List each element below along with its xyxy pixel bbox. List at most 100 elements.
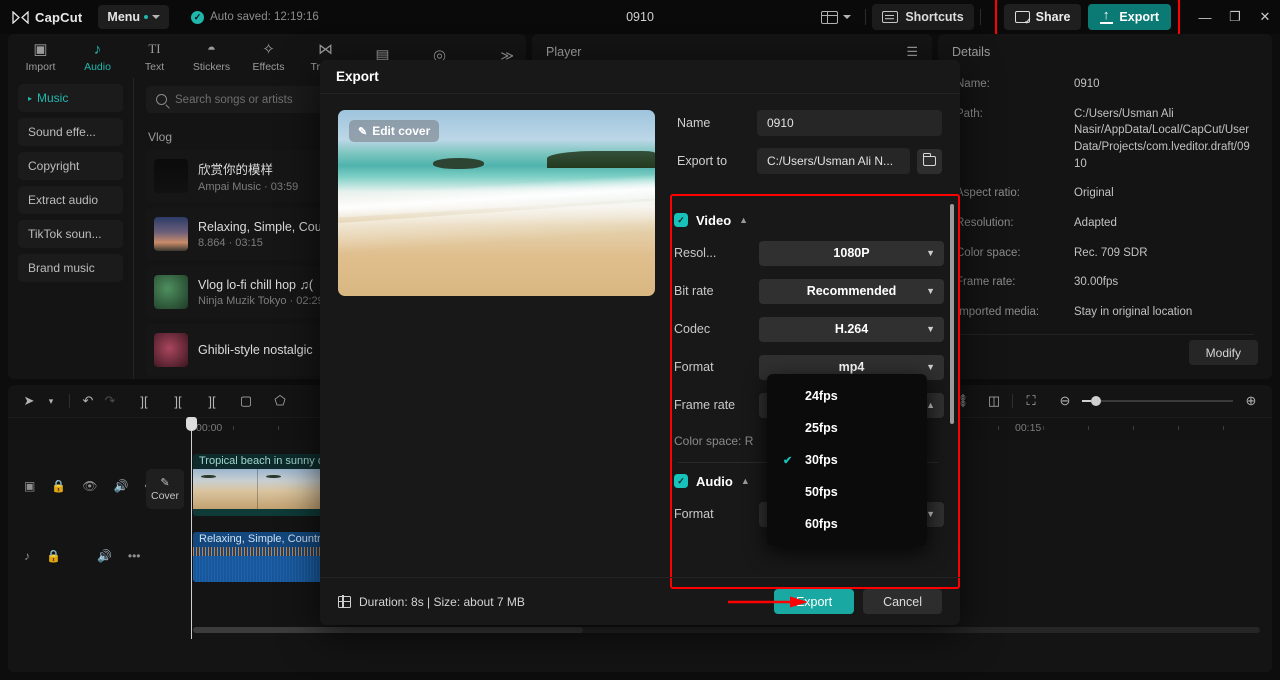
eye-icon[interactable]: 👁 [82, 479, 97, 493]
sidebar-item-extract-audio[interactable]: Extract audio [18, 186, 123, 214]
chevron-up-icon: ▲ [926, 400, 935, 410]
tab-text[interactable]: TI Text [126, 40, 183, 73]
browse-folder-button[interactable] [917, 148, 942, 174]
share-button[interactable]: Share [1003, 4, 1082, 30]
tab-audio[interactable]: ♪ Audio [69, 40, 126, 73]
tab-label: Stickers [192, 60, 231, 73]
cancel-button[interactable]: Cancel [863, 589, 942, 614]
close-button[interactable]: ✕ [1250, 0, 1280, 34]
framerate-option-60fps[interactable]: 60fps [767, 508, 927, 540]
video-section-label: Video [696, 212, 732, 228]
chevron-down-icon [843, 15, 852, 19]
more-icon[interactable]: ••• [128, 549, 141, 563]
export-to-value: C:/Users/Usman Ali N... [767, 154, 894, 168]
menu-dot-indicator [144, 15, 149, 19]
zoom-in-icon[interactable]: ⊕ [1240, 390, 1262, 412]
resolution-row: Resol... 1080P ▼ [674, 240, 944, 266]
lock-icon[interactable]: 🔒 [51, 479, 66, 493]
tab-import[interactable]: ▣ Import [12, 40, 69, 73]
song-title: 欣赏你的模样 [198, 163, 274, 177]
menu-button[interactable]: Menu [98, 5, 170, 29]
details-rows: Name: 0910 Path: C:/Users/Usman Ali Nasi… [938, 70, 1272, 335]
minimize-button[interactable]: — [1190, 0, 1220, 34]
scrollbar-thumb[interactable] [193, 627, 583, 633]
codec-select[interactable]: H.264 ▼ [759, 316, 944, 342]
zoom-slider[interactable] [1082, 396, 1233, 406]
details-key: Imported media: [956, 306, 1040, 319]
mask-icon[interactable]: ⬠ [269, 390, 291, 412]
cover-chip[interactable]: ✎ Cover [146, 469, 184, 509]
trim-left-icon[interactable]: ][ [167, 390, 189, 412]
name-input[interactable]: 0910 [757, 110, 942, 136]
sidebar-item-music[interactable]: ▸ Music [18, 84, 123, 112]
name-field-row: Name 0910 [677, 110, 942, 136]
ruler-label-start: 00:00 [196, 422, 223, 434]
speaker-icon[interactable]: 🔊 [114, 479, 129, 493]
tab-stickers[interactable]: ◓ Stickers [183, 40, 240, 73]
maximize-button[interactable]: ❐ [1220, 0, 1250, 34]
sidebar-item-copyright[interactable]: Copyright [18, 152, 123, 180]
song-meta: 欣赏你的模样 Ampai Music · 03:59 [198, 159, 298, 193]
song-subtitle: 8.864 · 03:15 [198, 236, 263, 249]
sidebar-item-label: TikTok soun... [28, 227, 102, 241]
bitrate-select[interactable]: Recommended ▼ [759, 278, 944, 304]
split-icon[interactable]: ][ [133, 390, 155, 412]
settings-scrollbar-thumb[interactable] [950, 204, 954, 424]
folder-icon [922, 153, 936, 166]
mirror-icon[interactable]: ◫ [983, 390, 1005, 412]
framerate-option-25fps[interactable]: 25fps [767, 412, 927, 444]
edit-cover-button[interactable]: ✎ Edit cover [349, 120, 440, 142]
sidebar-item-brand-music[interactable]: Brand music [18, 254, 123, 282]
bitrate-row: Bit rate Recommended ▼ [674, 278, 944, 304]
framerate-option-50fps[interactable]: 50fps [767, 476, 927, 508]
zoom-out-icon[interactable]: ⊖ [1054, 390, 1076, 412]
shortcuts-button[interactable]: Shortcuts [872, 4, 974, 30]
sidebar-item-tiktok-sounds[interactable]: TikTok soun... [18, 220, 123, 248]
layout-icon [821, 10, 839, 24]
undo-icon[interactable]: ↶ [77, 390, 99, 412]
delete-icon[interactable]: ▢ [235, 390, 257, 412]
chevron-down-icon[interactable]: ▾ [40, 390, 62, 412]
chevron-up-icon[interactable]: ▲ [739, 215, 748, 225]
export-to-label: Export to [677, 154, 728, 168]
hamburger-icon[interactable]: ☰ [906, 44, 918, 60]
zoom-slider-handle[interactable] [1082, 396, 1101, 406]
divider [956, 333, 1254, 335]
search-placeholder: Search songs or artists [175, 93, 293, 106]
export-button-titlebar[interactable]: Export [1088, 4, 1171, 30]
playhead[interactable] [186, 417, 197, 639]
tab-label: Effects [252, 60, 285, 73]
video-section-header[interactable]: ✓ Video ▲ [674, 208, 944, 232]
share-icon [1014, 11, 1032, 26]
modify-button[interactable]: Modify [1188, 340, 1258, 365]
cover-preview[interactable]: ✎ Edit cover [338, 110, 655, 296]
tab-effects[interactable]: ✧ Effects [240, 40, 297, 73]
redo-icon[interactable]: ↷ [99, 390, 121, 412]
details-value: Original [1074, 187, 1114, 200]
audio-section-label: Audio [696, 473, 733, 489]
export-to-input[interactable]: C:/Users/Usman Ali N... [757, 148, 910, 174]
audio-checkbox[interactable]: ✓ [674, 474, 688, 488]
video-checkbox[interactable]: ✓ [674, 213, 688, 227]
audio-track-icon[interactable]: ♪ [24, 549, 30, 563]
codec-row: Codec H.264 ▼ [674, 316, 944, 342]
lock-icon[interactable]: 🔒 [46, 549, 61, 563]
speaker-icon[interactable]: 🔊 [97, 549, 112, 563]
trim-right-icon[interactable]: ][ [201, 390, 223, 412]
effects-star-icon: ✧ [262, 41, 275, 58]
title-bar: CapCut Menu ✓ Auto saved: 12:19:16 0910 … [0, 0, 1280, 36]
playhead-handle[interactable] [186, 417, 197, 431]
details-header: Details [938, 34, 1272, 70]
crop-icon[interactable]: ⛶ [1020, 390, 1042, 412]
sidebar-item-sound-effects[interactable]: Sound effe... [18, 118, 123, 146]
chevron-up-icon[interactable]: ▲ [741, 476, 750, 486]
video-track-icon[interactable]: ▣ [24, 479, 35, 493]
timeline-horizontal-scrollbar[interactable] [193, 627, 1260, 633]
framerate-option-24fps[interactable]: 24fps [767, 380, 927, 412]
framerate-option-30fps[interactable]: ✔ 30fps [767, 444, 927, 476]
layout-button[interactable] [813, 10, 859, 24]
audio-note-icon: ♪ [93, 40, 102, 58]
resolution-select[interactable]: 1080P ▼ [759, 240, 944, 266]
select-arrow-icon[interactable]: ➤ [18, 390, 40, 412]
option-label: 50fps [805, 485, 838, 499]
